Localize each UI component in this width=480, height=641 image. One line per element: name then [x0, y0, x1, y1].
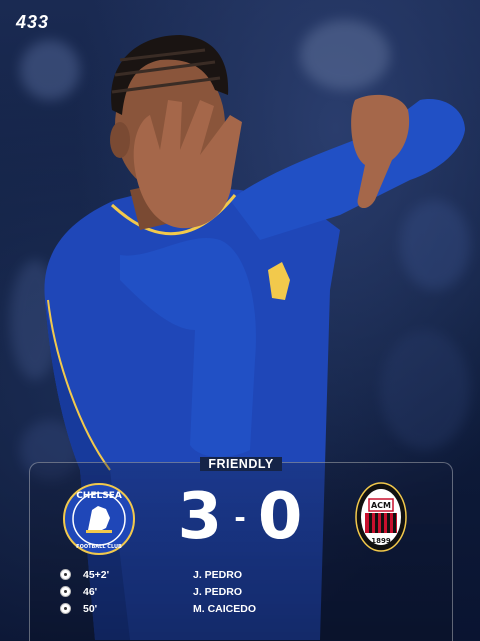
chelsea-crest: CHELSEA FOOTBALL CLUB [63, 483, 135, 555]
goal-minute: 46' [83, 585, 98, 598]
goal-minute: 45+2' [83, 568, 110, 581]
home-score: 3 [177, 480, 223, 554]
soccer-ball-icon [60, 569, 71, 580]
svg-text:FOOTBALL CLUB: FOOTBALL CLUB [76, 544, 122, 550]
goal-list: 45+2' J. PEDRO 46' J. PEDRO 50' M. CAICE… [60, 566, 360, 617]
svg-text:ACM: ACM [371, 501, 391, 510]
goal-minute: 50' [83, 602, 98, 615]
goal-event: 50' M. CAICEDO [60, 600, 360, 617]
goal-scorer: J. PEDRO [193, 585, 243, 598]
soccer-ball-icon [60, 603, 71, 614]
goal-event: 46' J. PEDRO [60, 583, 360, 600]
score-separator: - [234, 500, 246, 534]
goal-event: 45+2' J. PEDRO [60, 566, 360, 583]
goal-scorer: M. CAICEDO [193, 602, 256, 615]
away-score: 0 [257, 480, 303, 554]
scoreline: 3 - 0 [150, 482, 330, 552]
soccer-ball-icon [60, 586, 71, 597]
svg-text:CHELSEA: CHELSEA [76, 491, 122, 501]
goal-scorer: J. PEDRO [193, 568, 243, 581]
ac-milan-crest: ACM 1899 [355, 482, 407, 552]
competition-label: FRIENDLY [30, 457, 452, 471]
svg-text:1899: 1899 [371, 537, 391, 545]
